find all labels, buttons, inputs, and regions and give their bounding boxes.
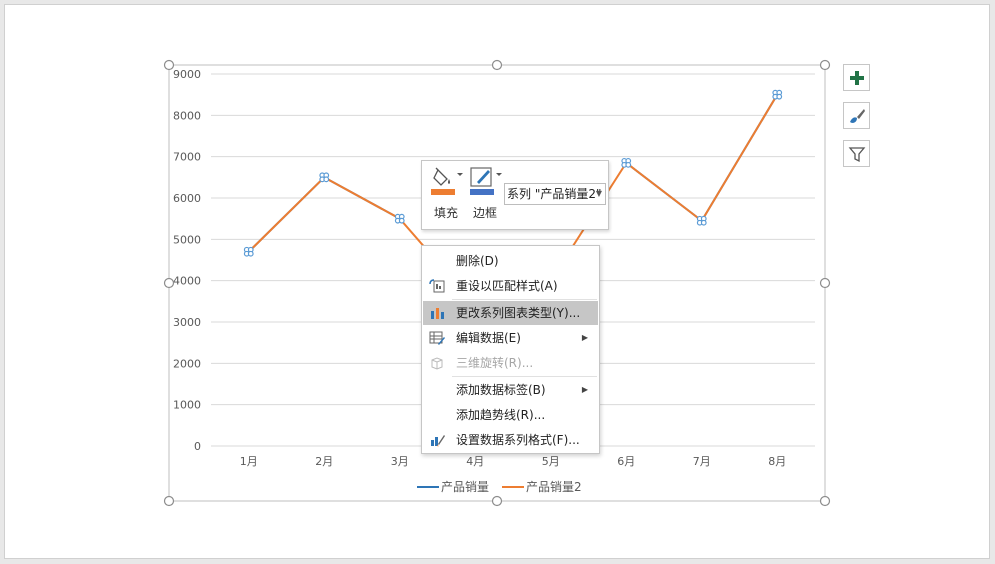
menu-item-label: 设置数据系列格式(F)... bbox=[456, 433, 580, 447]
resize-handle[interactable] bbox=[819, 495, 831, 507]
brush-icon bbox=[849, 108, 865, 123]
y-tick-label: 5000 bbox=[173, 233, 201, 246]
y-tick-label: 8000 bbox=[173, 109, 201, 122]
menu-item-label: 删除(D) bbox=[456, 254, 499, 268]
edit-data-icon bbox=[429, 331, 445, 345]
fill-label: 填充 bbox=[433, 206, 458, 220]
fill-color-swatch bbox=[431, 189, 455, 195]
reset-style-icon bbox=[429, 279, 445, 293]
y-tick-label: 2000 bbox=[173, 357, 201, 370]
menu-item-label: 编辑数据(E) bbox=[456, 331, 521, 345]
chart-styles-button[interactable] bbox=[843, 102, 870, 129]
menu-item-edit-data[interactable]: 编辑数据(E) ▶ bbox=[423, 326, 598, 350]
chart-type-icon bbox=[431, 308, 444, 319]
y-tick-label: 7000 bbox=[173, 151, 201, 164]
data-point-marker bbox=[243, 246, 254, 257]
y-tick-label: 0 bbox=[194, 440, 201, 453]
menu-item-format-series[interactable]: 设置数据系列格式(F)... bbox=[423, 428, 598, 452]
plus-icon bbox=[849, 70, 864, 85]
menu-item-delete[interactable]: 删除(D) bbox=[423, 249, 598, 273]
chevron-down-icon: ▼ bbox=[595, 189, 602, 198]
menu-item-label: 三维旋转(R)... bbox=[456, 356, 534, 370]
menu-item-label: 重设以匹配样式(A) bbox=[456, 279, 558, 293]
y-tick-label: 1000 bbox=[173, 399, 201, 412]
resize-handle[interactable] bbox=[163, 495, 175, 507]
menu-item-add-trendline[interactable]: 添加趋势线(R)... bbox=[423, 403, 598, 427]
fill-button[interactable]: 填充 bbox=[428, 165, 464, 223]
x-tick-label: 2月 bbox=[315, 455, 333, 468]
series-select-value: 系列 "产品销量2" bbox=[507, 187, 602, 201]
chart-elements-button[interactable] bbox=[843, 64, 870, 91]
outline-color-swatch bbox=[470, 189, 494, 195]
data-point-marker bbox=[772, 89, 783, 100]
menu-item-3d-rotation: 三维旋转(R)... bbox=[423, 351, 598, 375]
context-menu: 删除(D) 重设以匹配样式(A) 更改系列图表类型(Y)... 编辑数据(E) … bbox=[421, 245, 600, 454]
chart-filters-button[interactable] bbox=[843, 140, 870, 167]
series-select[interactable]: 系列 "产品销量2" ▼ bbox=[504, 183, 606, 205]
submenu-arrow-icon: ▶ bbox=[581, 333, 588, 342]
x-tick-label: 3月 bbox=[391, 455, 409, 468]
resize-handle[interactable] bbox=[819, 59, 831, 71]
x-tick-label: 7月 bbox=[693, 455, 711, 468]
resize-handle[interactable] bbox=[819, 277, 831, 289]
y-tick-label: 9000 bbox=[173, 68, 201, 81]
paint-bucket-icon bbox=[431, 167, 463, 195]
resize-handle[interactable] bbox=[491, 495, 503, 507]
rotate-3d-icon bbox=[431, 357, 443, 370]
y-tick-label: 6000 bbox=[173, 192, 201, 205]
y-tick-label: 4000 bbox=[173, 275, 201, 288]
x-tick-label: 4月 bbox=[466, 455, 484, 468]
resize-handle[interactable] bbox=[163, 277, 175, 289]
menu-separator bbox=[452, 376, 597, 377]
legend-label: 产品销量 bbox=[441, 480, 489, 494]
x-tick-label: 5月 bbox=[542, 455, 560, 468]
resize-handle[interactable] bbox=[491, 59, 503, 71]
menu-item-label: 添加数据标签(B) bbox=[456, 383, 546, 397]
data-point-marker bbox=[621, 157, 632, 168]
legend-label: 产品销量2 bbox=[526, 480, 582, 494]
x-tick-label: 6月 bbox=[617, 455, 635, 468]
menu-separator bbox=[452, 299, 597, 300]
menu-item-add-data-labels[interactable]: 添加数据标签(B) ▶ bbox=[423, 378, 598, 402]
submenu-arrow-icon: ▶ bbox=[581, 385, 588, 394]
menu-item-label: 添加趋势线(R)... bbox=[456, 408, 546, 422]
menu-item-label: 更改系列图表类型(Y)... bbox=[456, 306, 581, 320]
data-point-marker bbox=[394, 213, 405, 224]
x-tick-label: 1月 bbox=[240, 455, 258, 468]
format-series-icon bbox=[431, 435, 445, 447]
mini-toolbar: 填充 边框 系列 "产品销量2" ▼ bbox=[421, 160, 609, 230]
outline-label: 边框 bbox=[472, 206, 497, 220]
data-point-marker bbox=[696, 215, 707, 226]
menu-item-reset-style[interactable]: 重设以匹配样式(A) bbox=[423, 274, 598, 298]
resize-handle[interactable] bbox=[163, 59, 175, 71]
outline-button[interactable]: 边框 bbox=[467, 165, 503, 223]
filter-icon bbox=[848, 146, 865, 162]
x-tick-label: 8月 bbox=[768, 455, 786, 468]
y-tick-label: 3000 bbox=[173, 316, 201, 329]
data-point-marker bbox=[319, 172, 330, 183]
pen-outline-icon bbox=[470, 167, 502, 195]
menu-item-change-chart-type[interactable]: 更改系列图表类型(Y)... bbox=[423, 301, 598, 325]
slide-canvas: 0 1000 2000 3000 4000 5000 6000 7000 8000 9000 1月 2… bbox=[4, 4, 990, 559]
